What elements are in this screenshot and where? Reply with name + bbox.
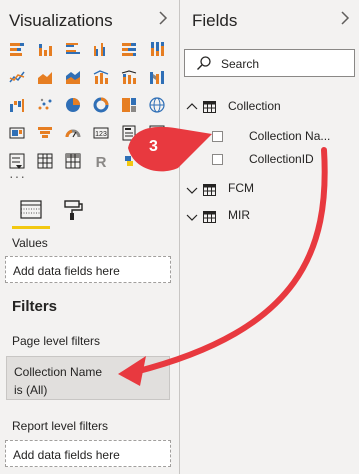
ribbon-chart-icon[interactable] — [148, 68, 166, 86]
chevron-right-icon[interactable] — [158, 10, 168, 31]
clustered-bar-chart-icon[interactable] — [64, 40, 82, 58]
fields-tab-icon[interactable] — [18, 198, 44, 222]
stacked-bar-chart-icon[interactable] — [8, 40, 26, 58]
field-checkbox[interactable] — [212, 154, 223, 165]
step-number-badge: 3 — [149, 138, 158, 155]
fields-title: Fields — [192, 11, 238, 30]
gauge-icon[interactable] — [64, 124, 82, 142]
page-filter-field-name: Collection Name — [14, 365, 103, 379]
funnel-icon[interactable] — [36, 124, 54, 142]
svg-text:R: R — [96, 154, 107, 170]
table-icon — [203, 210, 216, 223]
field-collection-id[interactable]: CollectionID — [249, 152, 314, 166]
100-stacked-column-chart-icon[interactable] — [148, 40, 166, 58]
python-visual-icon[interactable] — [120, 152, 138, 170]
values-label: Values — [12, 236, 48, 250]
chevron-right-icon[interactable] — [340, 10, 350, 31]
card-icon[interactable]: 123 — [92, 124, 110, 142]
active-tab-indicator — [12, 226, 50, 229]
svg-text:123: 123 — [95, 131, 107, 138]
table-name-collection[interactable]: Collection — [228, 99, 281, 113]
format-paint-roller-icon[interactable] — [60, 198, 86, 222]
stacked-area-chart-icon[interactable] — [64, 68, 82, 86]
multi-row-card-icon[interactable] — [120, 124, 138, 142]
visualizations-title: Visualizations — [9, 11, 113, 30]
report-drop-well[interactable]: Add data fields here — [5, 440, 171, 467]
visual-types-gallery: 123 R — [8, 40, 168, 170]
r-visual-icon[interactable]: R — [92, 152, 110, 170]
table-name-fcm[interactable]: FCM — [228, 181, 254, 195]
report-level-filters-label: Report level filters — [12, 419, 109, 433]
100-stacked-bar-chart-icon[interactable] — [120, 40, 138, 58]
scatter-chart-icon[interactable] — [36, 96, 54, 114]
chevron-down-icon[interactable] — [186, 183, 198, 195]
search-placeholder: Search — [221, 57, 260, 71]
table-icon — [203, 100, 216, 113]
stacked-column-chart-icon[interactable] — [36, 40, 54, 58]
field-collection-name[interactable]: Collection Na... — [249, 129, 330, 143]
area-chart-icon[interactable] — [36, 68, 54, 86]
map-icon[interactable] — [148, 96, 166, 114]
chevron-down-icon[interactable] — [186, 210, 198, 222]
pie-chart-icon[interactable] — [64, 96, 82, 114]
clustered-column-chart-icon[interactable] — [92, 40, 110, 58]
values-drop-well[interactable]: Add data fields here — [5, 256, 171, 283]
visualizations-pane: Visualizations 123 R ··· Values Add data … — [0, 0, 180, 474]
matrix-icon[interactable] — [64, 152, 82, 170]
more-visuals-button[interactable]: ··· — [9, 168, 26, 184]
page-filter-card[interactable]: Collection Name is (All) — [6, 356, 170, 400]
table-icon[interactable] — [36, 152, 54, 170]
treemap-icon[interactable] — [120, 96, 138, 114]
line-and-stacked-column-chart-icon[interactable] — [120, 68, 138, 86]
search-input[interactable]: Search — [184, 49, 355, 77]
field-checkbox[interactable] — [212, 131, 223, 142]
page-filter-condition: is (All) — [14, 383, 48, 397]
chevron-up-icon[interactable] — [186, 100, 198, 112]
filled-map-icon[interactable] — [8, 124, 26, 142]
search-icon — [196, 55, 212, 71]
line-chart-icon[interactable] — [8, 68, 26, 86]
donut-chart-icon[interactable] — [92, 96, 110, 114]
page-level-filters-label: Page level filters — [12, 334, 101, 348]
waterfall-chart-icon[interactable] — [8, 96, 26, 114]
filters-heading: Filters — [12, 298, 58, 315]
table-icon — [203, 183, 216, 196]
table-name-mir[interactable]: MIR — [228, 208, 250, 222]
line-and-column-chart-icon[interactable] — [92, 68, 110, 86]
